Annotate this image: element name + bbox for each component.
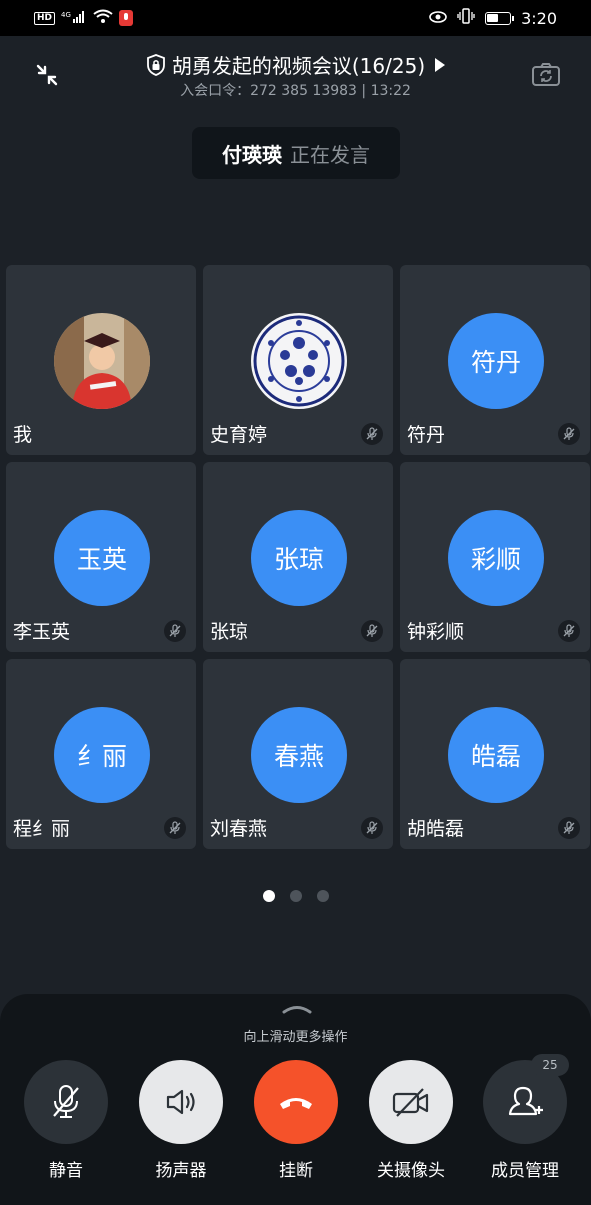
participant-name: 钟彩顺 bbox=[407, 621, 465, 643]
meeting-title: 胡勇发起的视频会议(16/25) bbox=[171, 54, 426, 78]
participant-name: 符丹 bbox=[407, 424, 446, 446]
meeting-code: 入会口令：272 385 13983 | 13:22 bbox=[180, 83, 411, 99]
speaker-button[interactable]: 扬声器 bbox=[138, 1060, 224, 1181]
hangup-label: 挂断 bbox=[279, 1161, 313, 1181]
clock: 3:20 bbox=[521, 8, 557, 28]
meeting-header: 胡勇发起的视频会议(16/25) 入会口令：272 385 13983 | 13… bbox=[0, 36, 591, 116]
muted-mic-icon bbox=[361, 423, 383, 445]
muted-mic-icon bbox=[361, 817, 383, 839]
page-indicator bbox=[0, 890, 591, 902]
shield-lock-icon bbox=[146, 53, 165, 76]
participant-avatar bbox=[251, 313, 347, 409]
eye-icon bbox=[429, 9, 447, 27]
participant-avatar bbox=[54, 313, 150, 409]
participant-tile[interactable]: 张琼 张琼 bbox=[203, 462, 393, 652]
hangup-button[interactable]: 挂断 bbox=[253, 1060, 339, 1181]
participant-name: 我 bbox=[13, 424, 33, 446]
bottom-control-panel: 向上滑动更多操作 静音 扬声器 挂断 关摄像头 25 成员管理 bbox=[0, 994, 591, 1205]
speaker-label: 扬声器 bbox=[155, 1161, 207, 1181]
battery-icon bbox=[485, 11, 515, 25]
muted-mic-icon bbox=[164, 817, 186, 839]
participant-avatar: 春燕 bbox=[251, 707, 347, 803]
member-manage-label: 成员管理 bbox=[491, 1161, 559, 1181]
active-speaker-name: 付瑛瑛 bbox=[222, 142, 282, 167]
muted-mic-icon bbox=[558, 817, 580, 839]
vibrate-icon bbox=[457, 8, 475, 28]
mute-button[interactable]: 静音 bbox=[23, 1060, 109, 1181]
active-speaker-status: 正在发言 bbox=[290, 142, 370, 167]
participant-avatar: 纟丽 bbox=[54, 707, 150, 803]
speaker-icon bbox=[166, 1089, 195, 1115]
meeting-title-row[interactable]: 胡勇发起的视频会议(16/25) bbox=[0, 50, 591, 79]
member-count-badge: 25 bbox=[531, 1054, 569, 1076]
participant-avatar: 符丹 bbox=[448, 313, 544, 409]
play-arrow-icon bbox=[435, 57, 446, 72]
page-dot[interactable] bbox=[316, 890, 329, 902]
mute-label: 静音 bbox=[49, 1161, 83, 1181]
page-dot[interactable] bbox=[289, 890, 302, 902]
participant-tile[interactable]: 皓磊胡皓磊 bbox=[400, 659, 590, 849]
signal-icon: 4G bbox=[61, 10, 87, 27]
muted-mic-icon bbox=[558, 423, 580, 445]
page-dot[interactable] bbox=[262, 890, 275, 902]
mic-off-icon bbox=[53, 1085, 79, 1118]
participant-avatar: 张琼 bbox=[251, 510, 347, 606]
member-manage-button[interactable]: 25 成员管理 bbox=[482, 1054, 569, 1181]
add-member-icon bbox=[508, 1086, 543, 1116]
recording-mic-icon bbox=[119, 10, 134, 26]
participant-avatar: 玉英 bbox=[54, 510, 150, 606]
camera-off-icon bbox=[392, 1088, 429, 1117]
camera-off-label: 关摄像头 bbox=[377, 1161, 445, 1181]
participant-tile[interactable]: 史育婷 bbox=[203, 265, 393, 455]
camera-off-button[interactable]: 关摄像头 bbox=[368, 1060, 454, 1181]
participant-name: 张琼 bbox=[210, 621, 249, 643]
participant-tile[interactable]: 我 bbox=[6, 265, 196, 455]
participant-tile[interactable]: 符丹 符丹 bbox=[400, 265, 590, 455]
active-speaker-indicator: 付瑛瑛 正在发言 bbox=[192, 127, 400, 179]
muted-mic-icon bbox=[164, 620, 186, 642]
participant-tile[interactable]: 彩顺钟彩顺 bbox=[400, 462, 590, 652]
hd-indicator: HD bbox=[34, 11, 56, 25]
participant-tile[interactable]: 玉英李玉英 bbox=[6, 462, 196, 652]
muted-mic-icon bbox=[361, 620, 383, 642]
muted-mic-icon bbox=[558, 620, 580, 642]
participant-avatar: 彩顺 bbox=[448, 510, 544, 606]
participant-avatar: 皓磊 bbox=[448, 707, 544, 803]
participant-tile[interactable]: 春燕刘春燕 bbox=[203, 659, 393, 849]
status-bar: HD 4G 3:20 bbox=[0, 0, 591, 36]
switch-camera-icon[interactable] bbox=[531, 60, 561, 90]
hangup-icon bbox=[280, 1098, 312, 1109]
swipe-up-handle-icon[interactable] bbox=[282, 1004, 312, 1014]
participant-tile[interactable]: 纟丽程纟丽 bbox=[6, 659, 196, 849]
svg-text:4G: 4G bbox=[61, 11, 71, 19]
participant-name: 程纟丽 bbox=[13, 818, 71, 840]
wifi-icon bbox=[93, 9, 113, 27]
swipe-hint: 向上滑动更多操作 bbox=[243, 1030, 348, 1045]
participant-name: 李玉英 bbox=[13, 621, 71, 643]
participant-name: 史育婷 bbox=[210, 424, 268, 446]
participant-name: 胡皓磊 bbox=[407, 818, 465, 840]
participant-name: 刘春燕 bbox=[210, 818, 268, 840]
